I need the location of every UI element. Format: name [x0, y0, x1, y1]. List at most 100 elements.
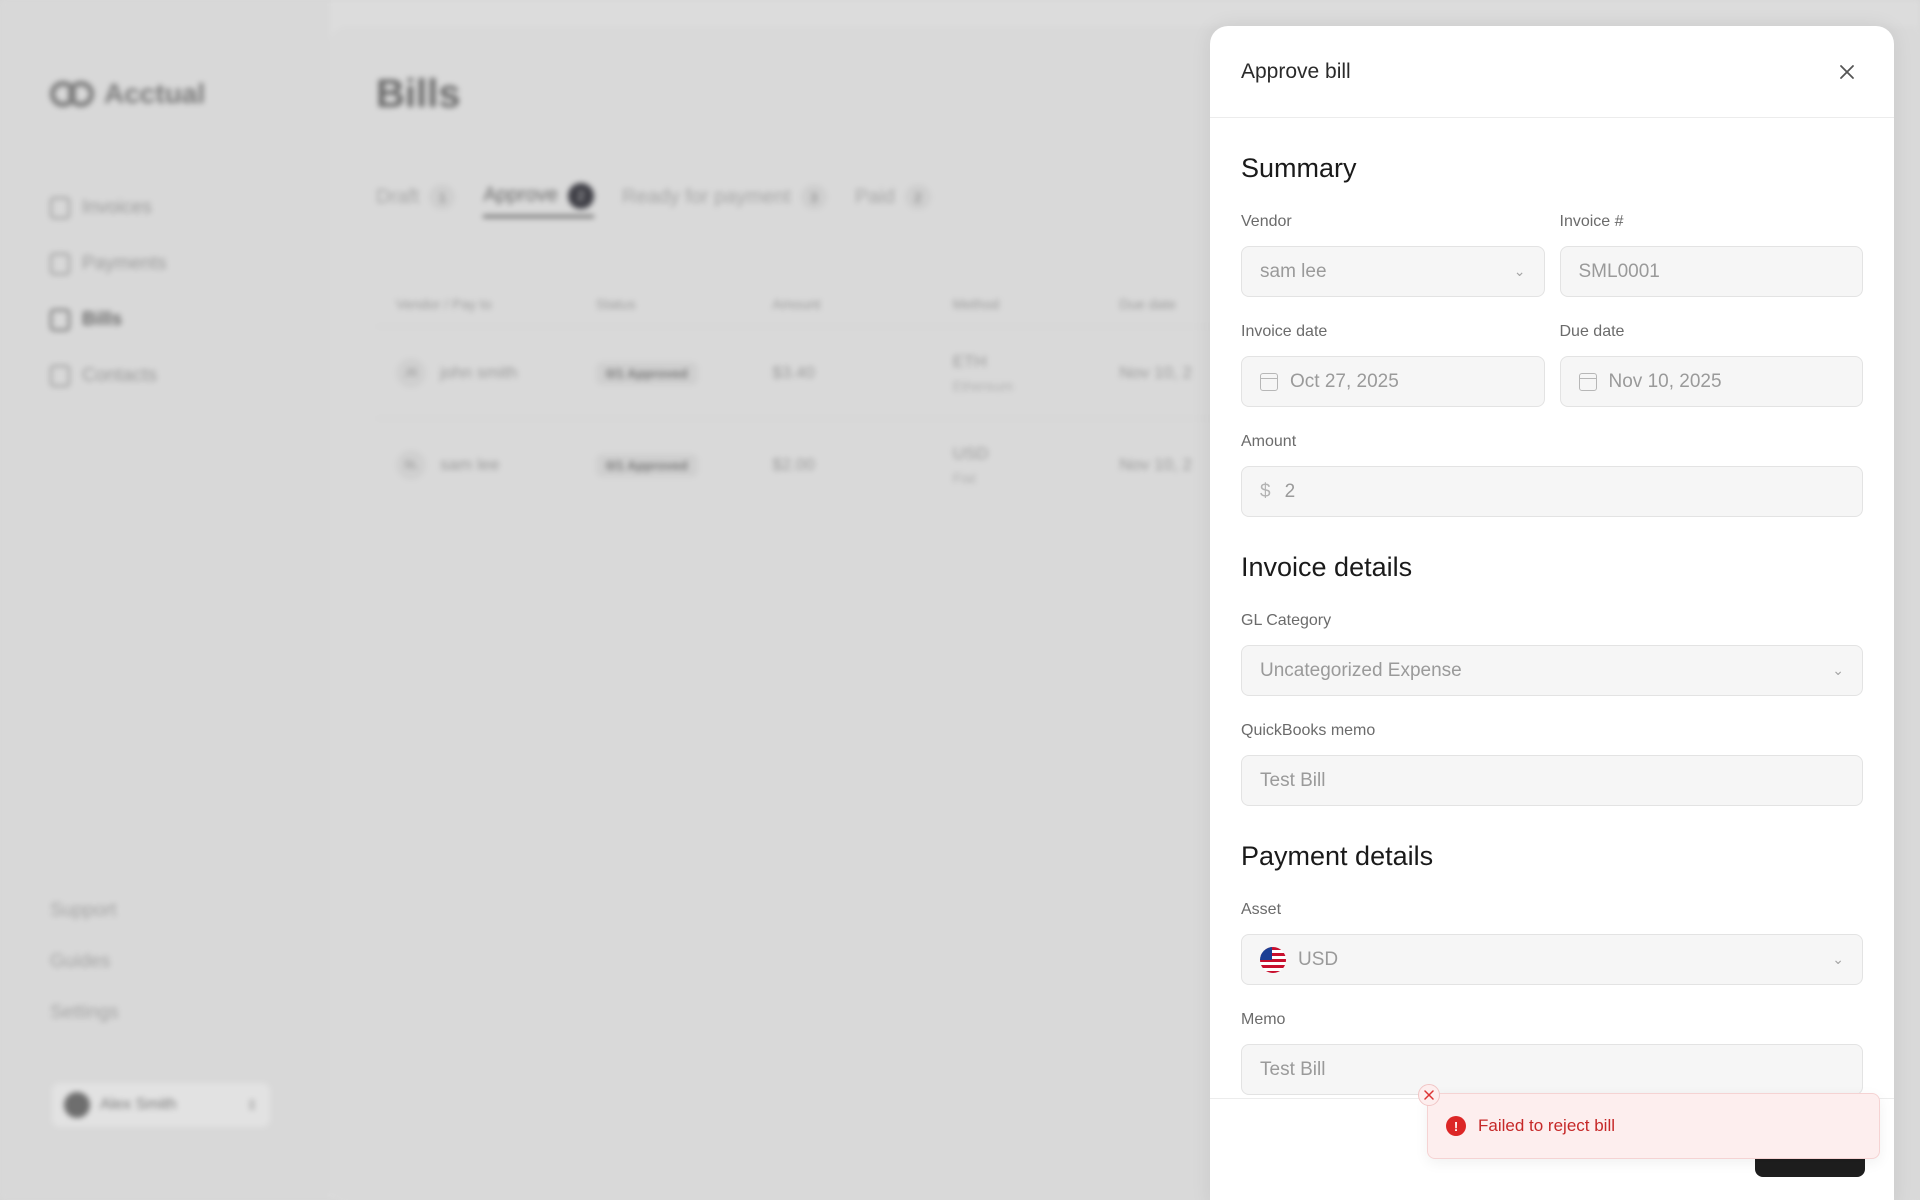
due-date-field-group: Due date Nov 10, 2025: [1559, 297, 1863, 407]
table-row[interactable]: JS john smith 0/1 Approved $3.40 ETH Ether…: [376, 326, 1276, 418]
error-toast: ! Failed to reject bill: [1418, 1084, 1880, 1159]
amount-input[interactable]: $ 2: [1241, 466, 1863, 517]
chevron-updown-icon: ⇕: [246, 1096, 258, 1113]
invoice-date-label: Invoice date: [1241, 323, 1328, 340]
tabs: Draft 1 Approve 2 Ready for payment 3 Paid 2: [376, 176, 931, 218]
quickbooks-memo-value: Test Bill: [1260, 769, 1326, 791]
gl-category-value: Uncategorized Expense: [1260, 659, 1462, 681]
asset-select[interactable]: USD ⌄: [1241, 934, 1863, 985]
avatar: SL: [396, 449, 426, 480]
vendor-label: Vendor: [1241, 213, 1292, 230]
tab-paid[interactable]: Paid 2: [855, 176, 931, 218]
vendor-field-group: Vendor sam lee ⌄: [1241, 187, 1545, 297]
sidebar-nav: Invoices Payments Bills Contacts: [50, 180, 166, 404]
tab-ready-for-payment[interactable]: Ready for payment 3: [622, 176, 827, 218]
asset-label: Asset: [1241, 901, 1282, 918]
tab-count: 1: [429, 184, 456, 210]
amount-value: 2: [1284, 480, 1296, 502]
status-badge: 0/1 Approved: [595, 361, 698, 385]
due-date-label: Due date: [1559, 323, 1625, 340]
toast-close-button[interactable]: [1418, 1084, 1440, 1106]
avatar: [64, 1092, 90, 1118]
amount: $3.40: [772, 362, 815, 382]
method-sub: Fiat: [952, 469, 976, 486]
sidebar-item-bills[interactable]: Bills: [50, 292, 166, 348]
gl-category-select[interactable]: Uncategorized Expense ⌄: [1241, 645, 1863, 696]
currency-symbol: $: [1260, 480, 1271, 502]
invoice-icon: [50, 197, 70, 219]
table-row[interactable]: SL sam lee 0/1 Approved $2.00 USD Fiat Nov…: [376, 418, 1276, 510]
close-button[interactable]: [1831, 56, 1863, 88]
memo-value: Test Bill: [1260, 1058, 1326, 1080]
amount-label: Amount: [1241, 433, 1297, 450]
chevron-down-icon: ⌄: [1832, 662, 1844, 678]
sidebar-item-payments[interactable]: Payments: [50, 236, 166, 292]
method-sub: Ethereum: [952, 377, 1014, 394]
logo-text: Acctual: [104, 78, 206, 109]
column-header: Vendor / Pay to: [396, 296, 492, 312]
contacts-icon: [50, 365, 70, 387]
sidebar: Acctual Invoices Payments Bills Contacts…: [0, 0, 330, 1200]
bills-icon: [50, 309, 70, 331]
payment-details-heading: Payment details: [1241, 841, 1434, 871]
method: USD: [952, 443, 989, 463]
due-date-input[interactable]: Nov 10, 2025: [1559, 356, 1863, 407]
chevron-down-icon: ⌄: [1513, 263, 1526, 279]
invoice-date-input[interactable]: Oct 27, 2025: [1241, 356, 1545, 407]
status-badge: 0/1 Approved: [595, 453, 698, 477]
invoice-date-field-group: Invoice date Oct 27, 2025: [1241, 297, 1545, 407]
invoice-details-heading: Invoice details: [1241, 552, 1413, 582]
sidebar-bottom-nav: Support Guides Settings: [50, 900, 119, 1053]
tab-approve[interactable]: Approve 2: [483, 176, 594, 218]
vendor-value: sam lee: [1260, 260, 1327, 282]
quickbooks-memo-label: QuickBooks memo: [1241, 722, 1376, 739]
tab-draft[interactable]: Draft 1: [376, 176, 456, 218]
user-name: Alex Smith: [100, 1096, 177, 1113]
due-date-value: Nov 10, 2025: [1608, 370, 1722, 392]
close-icon: [1840, 64, 1854, 79]
memo-label: Memo: [1241, 1011, 1286, 1028]
asset-value: USD: [1298, 948, 1339, 970]
summary-heading: Summary: [1241, 153, 1357, 183]
vendor-name: john smith: [440, 362, 518, 382]
vendor-select[interactable]: sam lee ⌄: [1241, 246, 1545, 297]
invoice-number-input[interactable]: SML0001: [1559, 246, 1863, 297]
close-icon: [1424, 1090, 1434, 1100]
tab-count: 2: [904, 184, 931, 210]
invoice-number-value: SML0001: [1578, 260, 1660, 282]
drawer-header: Approve bill: [1210, 26, 1894, 118]
invoice-number-field-group: Invoice # SML0001: [1559, 187, 1863, 297]
sidebar-item-invoices[interactable]: Invoices: [50, 180, 166, 236]
column-header: Status: [595, 296, 636, 312]
sidebar-item-settings[interactable]: Settings: [50, 1002, 119, 1053]
memo-input[interactable]: Test Bill: [1241, 1044, 1863, 1095]
quickbooks-memo-input[interactable]: Test Bill: [1241, 755, 1863, 806]
drawer-body: Summary Vendor sam lee ⌄ Invoice # SML00…: [1210, 118, 1894, 1098]
sidebar-item-contacts[interactable]: Contacts: [50, 348, 166, 404]
payments-icon: [50, 253, 70, 275]
table-header: Vendor / Pay to Status Amount Method Due…: [376, 282, 1276, 326]
calendar-icon: [1578, 372, 1597, 391]
invoice-number-label: Invoice #: [1559, 213, 1624, 230]
avatar: JS: [396, 357, 426, 388]
user-menu[interactable]: Alex Smith ⇕: [52, 1083, 270, 1127]
approve-bill-drawer: Approve bill Summary Vendor sam lee ⌄ In…: [1210, 26, 1894, 1200]
tab-count: 2: [567, 182, 594, 209]
amount: $2.00: [772, 454, 815, 474]
method: ETH: [952, 351, 987, 371]
logo-icon: [50, 81, 96, 107]
column-header: Method: [952, 296, 1000, 312]
sidebar-item-guides[interactable]: Guides: [50, 951, 119, 1002]
logo: Acctual: [50, 78, 205, 110]
calendar-icon: [1260, 372, 1278, 391]
toast-message: Failed to reject bill: [1478, 1116, 1616, 1135]
invoice-date-value: Oct 27, 2025: [1290, 370, 1399, 392]
us-flag-icon: [1260, 946, 1286, 973]
vendor-name: sam lee: [440, 454, 500, 474]
error-icon: !: [1446, 1116, 1466, 1136]
tab-count: 3: [800, 184, 827, 210]
column-header: Amount: [772, 296, 821, 312]
gl-category-label: GL Category: [1241, 612, 1332, 629]
bills-table: Vendor / Pay to Status Amount Method Due…: [376, 282, 1276, 510]
sidebar-item-support[interactable]: Support: [50, 900, 119, 951]
